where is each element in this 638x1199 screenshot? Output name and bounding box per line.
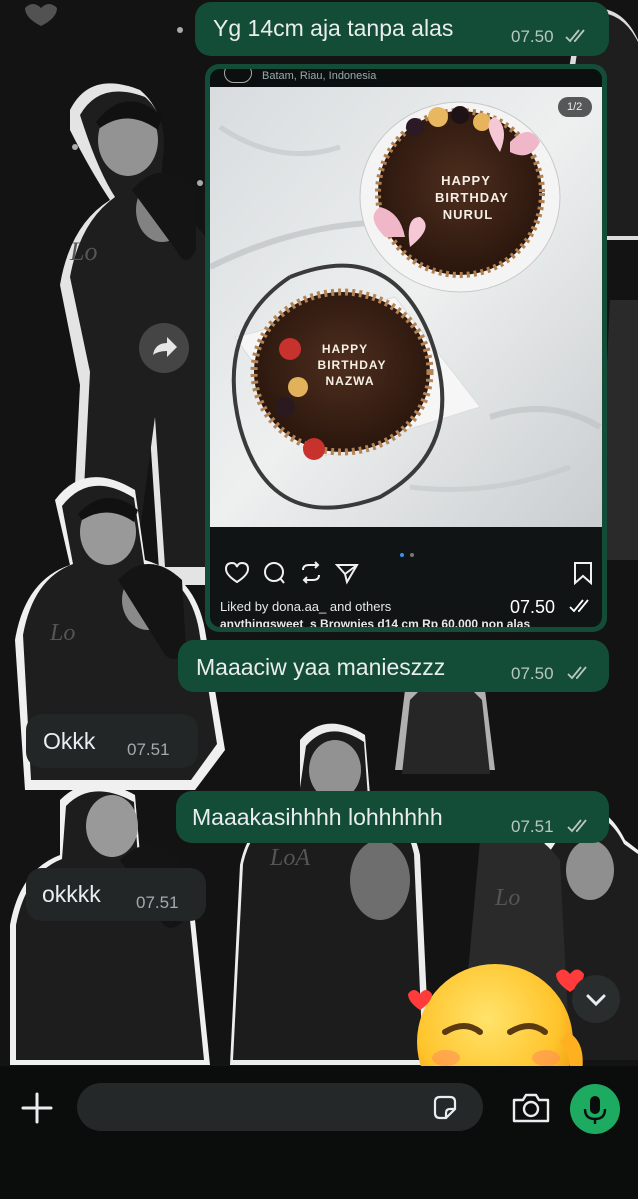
- sticker-icon: [433, 1095, 457, 1120]
- message-text: Maaaciw yaa manieszzz: [196, 654, 446, 680]
- message-bubble-incoming[interactable]: okkkk 07.51: [26, 868, 206, 921]
- message-bubble-outgoing[interactable]: Maaakasihhhh lohhhhhh 07.51: [176, 791, 609, 843]
- bookmark-icon: [574, 562, 592, 585]
- camera-icon: [512, 1093, 550, 1123]
- voice-message-button[interactable]: [570, 1084, 620, 1134]
- svg-text:BIRTHDAY: BIRTHDAY: [435, 190, 509, 205]
- svg-text:Lo: Lo: [494, 885, 520, 911]
- svg-text:NURUL: NURUL: [443, 207, 494, 222]
- repost-icon: [302, 561, 320, 584]
- cake-photo: HAPPY BIRTHDAY NURUL HAPPY BIRTHDAY NAZW…: [210, 87, 602, 527]
- message-time: 07.50: [511, 664, 554, 683]
- message-text: okkkk: [42, 881, 101, 907]
- forward-button[interactable]: [139, 323, 189, 373]
- message-text: Yg 14cm aja tanpa alas: [213, 15, 454, 41]
- svg-text:NAZWA: NAZWA: [326, 374, 375, 388]
- post-caption: anythingsweet_s Brownies d14 cm Rp 60.00…: [220, 617, 531, 627]
- message-bubble-incoming[interactable]: Okkk 07.51: [26, 714, 198, 768]
- message-time: 07.51: [136, 893, 179, 912]
- chevron-down-icon: [586, 994, 606, 1007]
- svg-text:BIRTHDAY: BIRTHDAY: [318, 358, 387, 372]
- camera-button[interactable]: [510, 1088, 552, 1128]
- comment-icon: [264, 562, 285, 584]
- svg-text:HAPPY: HAPPY: [441, 173, 491, 188]
- heart-icon: [224, 561, 250, 584]
- read-ticks-icon: [569, 599, 589, 613]
- message-time: 07.50: [511, 27, 554, 46]
- message-bubble-outgoing[interactable]: Maaaciw yaa manieszzz 07.50: [178, 640, 609, 692]
- message-time: 07.51: [127, 740, 170, 759]
- avatar: [224, 69, 252, 83]
- message-time: 07.50: [510, 597, 556, 617]
- svg-text:LoA: LoA: [269, 845, 310, 871]
- image-counter: 1/2: [567, 101, 583, 113]
- liked-by-text: Liked by dona.aa_ and others: [220, 599, 392, 614]
- attach-button[interactable]: [16, 1087, 58, 1129]
- forward-icon: [153, 337, 177, 357]
- message-text: Maaakasihhhh lohhhhhh: [192, 804, 443, 830]
- instagram-post-screenshot: Batam, Riau, Indonesia HAPPY BIRTHDAY NU…: [210, 69, 602, 627]
- message-time: 07.51: [511, 817, 554, 836]
- read-ticks-icon: [567, 666, 587, 680]
- message-bubble-outgoing[interactable]: Yg 14cm aja tanpa alas 07.50: [195, 2, 609, 56]
- share-icon: [334, 564, 359, 585]
- scroll-down-button[interactable]: [572, 975, 620, 1023]
- carousel-dots: [400, 544, 415, 562]
- message-input[interactable]: [77, 1083, 483, 1131]
- microphone-icon: [583, 1096, 607, 1124]
- read-ticks-icon: [567, 819, 587, 833]
- svg-text:Lo: Lo: [69, 237, 97, 266]
- svg-text:Lo: Lo: [49, 620, 75, 646]
- image-message[interactable]: Batam, Riau, Indonesia HAPPY BIRTHDAY NU…: [205, 64, 607, 632]
- sticker-button[interactable]: [429, 1092, 461, 1124]
- svg-text:HAPPY: HAPPY: [322, 342, 368, 356]
- message-text: Okkk: [43, 728, 96, 754]
- read-ticks-icon: [565, 29, 585, 43]
- plus-icon: [21, 1092, 53, 1124]
- post-location: Batam, Riau, Indonesia: [262, 70, 377, 82]
